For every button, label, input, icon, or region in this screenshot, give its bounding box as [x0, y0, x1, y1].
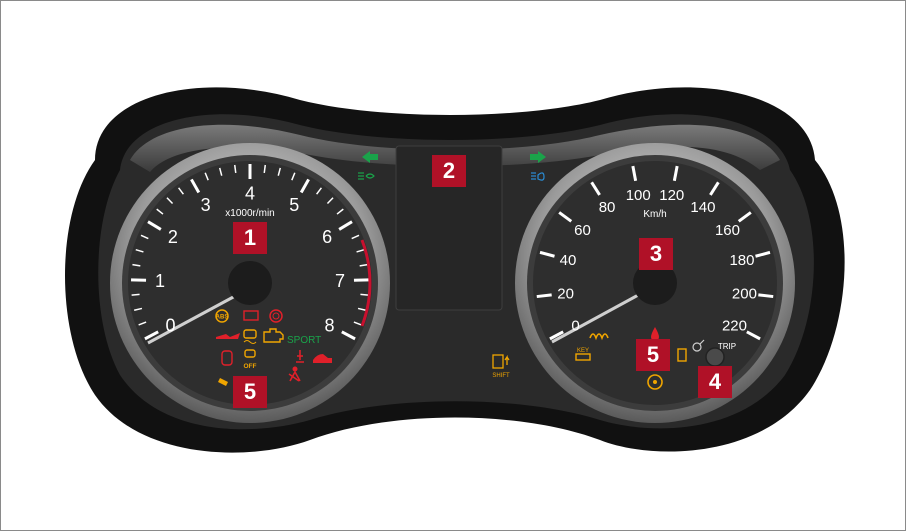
speed-scale-label: 120 — [659, 187, 684, 204]
key-label: KEY — [577, 348, 589, 354]
tach-tick — [131, 293, 140, 296]
tach-scale-label: 0 — [166, 316, 176, 336]
tach-tick — [263, 164, 267, 174]
tach-scale-label: 2 — [168, 227, 178, 247]
tach-tick — [233, 164, 237, 174]
esp-off-label: OFF — [244, 363, 257, 370]
callout-1: 1 — [233, 222, 267, 254]
tach-scale-label: 1 — [155, 271, 165, 291]
callout-5-left: 5 — [233, 376, 267, 408]
svg-text:ABS: ABS — [216, 315, 229, 321]
shift-label: SHIFT — [492, 373, 510, 379]
speed-unit-label: Km/h — [643, 209, 666, 220]
callout-4: 4 — [698, 366, 732, 398]
speed-scale-label: 220 — [722, 318, 747, 335]
instrument-cluster: ABS x1000r/min Km/h SPORT OFF KEY SHIFT … — [65, 87, 845, 453]
tach-scale-label: 5 — [289, 195, 299, 215]
trip-label: TRIP — [718, 342, 736, 351]
speed-scale-label: 60 — [574, 222, 591, 239]
speed-scale-label: 0 — [571, 318, 579, 335]
callout-2: 2 — [432, 155, 466, 187]
speed-scale-label: 40 — [560, 252, 577, 269]
callout-5-right: 5 — [636, 339, 670, 371]
tach-unit-label: x1000r/min — [225, 208, 274, 219]
speed-scale-label: 100 — [626, 187, 651, 204]
tach-tick — [360, 293, 369, 296]
speed-scale-label: 200 — [732, 286, 757, 303]
callout-3: 3 — [639, 238, 673, 270]
tach-scale-label: 8 — [324, 316, 334, 336]
speed-tick — [758, 293, 774, 299]
sport-mode-label: SPORT — [287, 335, 321, 346]
speed-tick — [536, 293, 552, 299]
speed-scale-label: 160 — [715, 222, 740, 239]
tach-hub — [228, 261, 272, 305]
speed-scale-label: 20 — [557, 286, 574, 303]
tach-scale-label: 4 — [245, 183, 255, 203]
tach-scale-label: 7 — [335, 271, 345, 291]
speed-scale-label: 180 — [729, 252, 754, 269]
speed-scale-label: 80 — [599, 199, 616, 216]
tach-scale-label: 6 — [322, 227, 332, 247]
speed-scale-label: 140 — [690, 199, 715, 216]
tach-scale-label: 3 — [201, 195, 211, 215]
